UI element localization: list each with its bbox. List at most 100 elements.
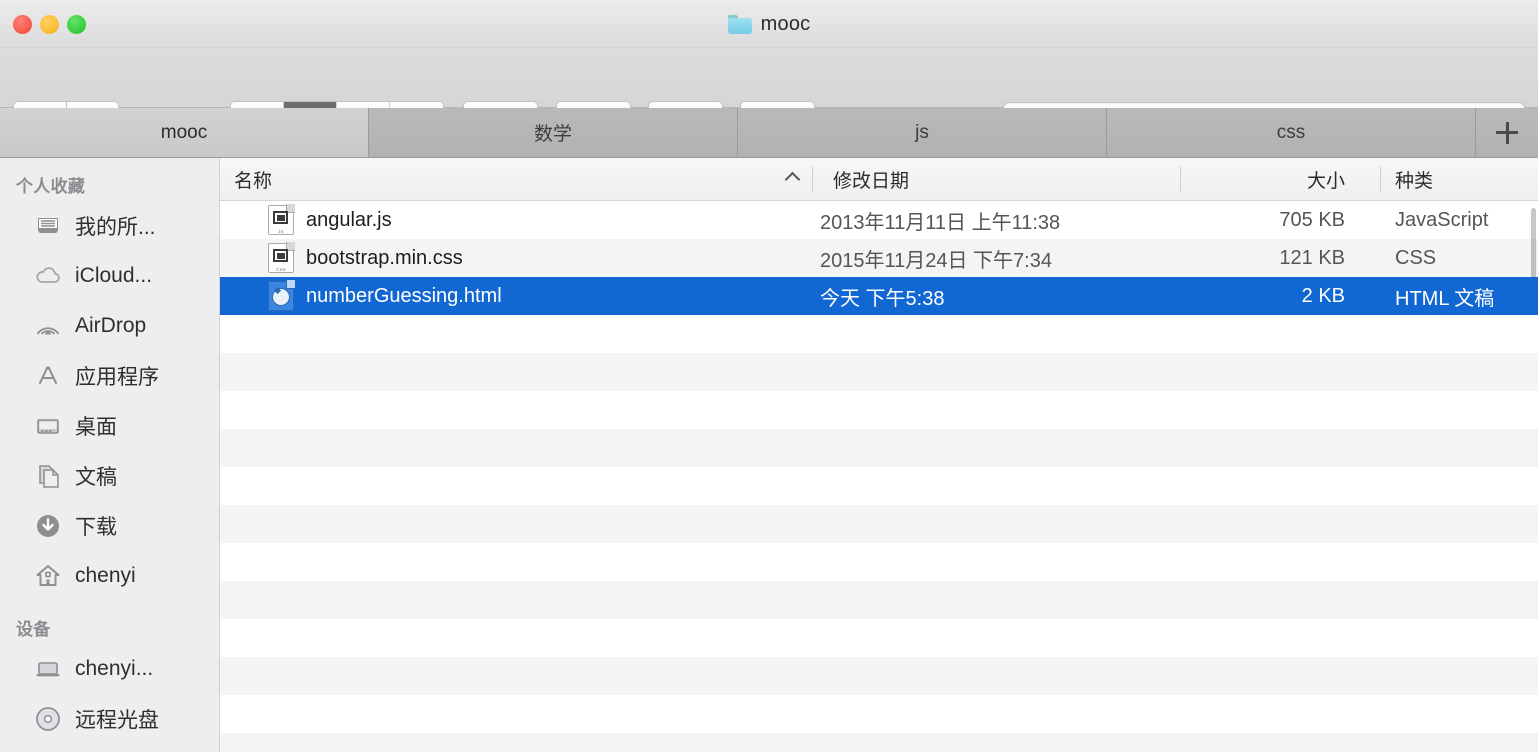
toolbar: 搜索 — [0, 48, 1538, 143]
tab-css[interactable]: css — [1107, 108, 1476, 157]
file-size: 2 KB — [1301, 284, 1345, 307]
table-row[interactable]: numberGuessing.html 今天 下午5:38 2 KB HTML … — [220, 277, 1538, 315]
disc-icon — [34, 705, 62, 733]
file-kind: JavaScript — [1395, 208, 1489, 231]
column-header-label: 修改日期 — [833, 170, 910, 192]
tab-label: 数学 — [533, 124, 572, 145]
file-kind: CSS — [1395, 246, 1437, 269]
tab-mooc[interactable]: mooc — [0, 108, 369, 157]
file-rows: JS angular.js 2013年11月11日 上午11:38 705 KB… — [220, 201, 1538, 752]
column-header-date[interactable]: 修改日期 — [833, 158, 909, 200]
empty-row — [220, 429, 1538, 467]
sidebar-item-label: 我的所... — [75, 216, 156, 239]
title-bar: mooc — [0, 0, 1538, 48]
file-name-cell: numberGuessing.html — [268, 277, 502, 315]
airdrop-icon — [34, 312, 62, 340]
file-list: 名称 修改日期 大小 种类 JS angular.js 2013年11月11日 … — [220, 158, 1538, 752]
empty-row — [220, 391, 1538, 429]
plus-icon — [1496, 121, 1518, 144]
empty-row — [220, 733, 1538, 752]
column-header-name[interactable]: 名称 — [234, 158, 272, 200]
sidebar-item-label: chenyi... — [75, 657, 154, 680]
tab-shuxue[interactable]: 数学 — [369, 108, 738, 157]
sidebar-item-label: 桌面 — [75, 416, 117, 439]
window-title: mooc — [0, 0, 1538, 48]
sidebar-item-documents[interactable]: 文稿 — [0, 451, 219, 501]
home-icon — [34, 562, 62, 590]
sidebar-item-label: chenyi — [75, 564, 136, 587]
sidebar-item-home[interactable]: chenyi — [0, 551, 219, 601]
downloads-icon — [34, 512, 62, 540]
file-extension-label: JS — [278, 229, 284, 234]
tab-label: mooc — [160, 121, 208, 143]
sidebar-section-favorites-heading: 个人收藏 — [16, 177, 86, 196]
file-name-cell: CSS bootstrap.min.css — [268, 239, 463, 277]
sidebar-item-airdrop[interactable]: AirDrop — [0, 301, 219, 351]
column-divider[interactable] — [1380, 167, 1381, 192]
empty-row — [220, 505, 1538, 543]
tab-bar: mooc 数学 js css — [0, 108, 1538, 158]
file-extension-label: CSS — [276, 267, 286, 272]
table-row[interactable]: JS angular.js 2013年11月11日 上午11:38 705 KB… — [220, 201, 1538, 239]
file-size: 705 KB — [1279, 208, 1345, 231]
window-title-text: mooc — [760, 12, 811, 35]
sidebar-item-label: 文稿 — [75, 466, 117, 489]
sidebar-item-label: 应用程序 — [75, 366, 159, 389]
empty-row — [220, 543, 1538, 581]
tab-js[interactable]: js — [738, 108, 1107, 157]
empty-row — [220, 657, 1538, 695]
folder-icon — [727, 14, 752, 34]
column-header-size[interactable]: 大小 — [1080, 158, 1345, 200]
finder-window: mooc mooc 数学 js css 个人收藏 我的所... iCloud..… — [0, 0, 1538, 752]
icloud-icon — [34, 262, 62, 290]
file-date: 2015年11月24日 下午7:34 — [820, 249, 1052, 272]
column-header-label: 种类 — [1395, 170, 1434, 192]
file-date: 2013年11月11日 上午11:38 — [820, 211, 1061, 234]
js-file-icon: JS — [268, 204, 295, 235]
column-header-label: 大小 — [1306, 170, 1345, 192]
file-name: angular.js — [306, 208, 392, 231]
sidebar-item-icloud[interactable]: iCloud... — [0, 251, 219, 301]
documents-icon — [34, 462, 62, 490]
add-tab-button[interactable] — [1476, 108, 1538, 157]
column-header-label: 名称 — [234, 170, 273, 192]
sidebar-item-applications[interactable]: 应用程序 — [0, 351, 219, 401]
empty-row — [220, 353, 1538, 391]
empty-row — [220, 695, 1538, 733]
sidebar: 个人收藏 我的所... iCloud... AirDrop 应用程序 桌面 文稿… — [0, 158, 220, 752]
file-list-header: 名称 修改日期 大小 种类 — [220, 158, 1538, 201]
empty-row — [220, 467, 1538, 505]
empty-row — [220, 619, 1538, 657]
desktop-icon — [34, 412, 62, 440]
empty-row — [220, 581, 1538, 619]
vertical-scrollbar[interactable] — [1531, 208, 1536, 278]
tab-label: css — [1276, 121, 1306, 143]
sidebar-item-label: 下载 — [75, 516, 117, 539]
all-my-files-icon — [34, 212, 62, 240]
sidebar-item-label: 远程光盘 — [75, 709, 159, 732]
sidebar-item-downloads[interactable]: 下载 — [0, 501, 219, 551]
sidebar-item-all-my-files[interactable]: 我的所... — [0, 201, 219, 251]
sort-ascending-icon — [784, 171, 801, 188]
sidebar-item-label: iCloud... — [75, 264, 153, 287]
file-name-cell: JS angular.js — [268, 201, 392, 239]
file-date: 今天 下午5:38 — [820, 287, 945, 310]
file-name: bootstrap.min.css — [306, 246, 463, 269]
file-kind: HTML 文稿 — [1395, 287, 1495, 310]
laptop-icon — [34, 655, 62, 683]
applications-icon — [34, 362, 62, 390]
sidebar-item-remote-disc[interactable]: 远程光盘 — [0, 694, 219, 744]
sidebar-item-label: AirDrop — [75, 314, 147, 337]
column-divider[interactable] — [812, 167, 813, 192]
file-name: numberGuessing.html — [306, 284, 502, 307]
sidebar-item-laptop[interactable]: chenyi... — [0, 644, 219, 694]
empty-row — [220, 315, 1538, 353]
sidebar-item-desktop[interactable]: 桌面 — [0, 401, 219, 451]
file-size: 121 KB — [1279, 246, 1345, 269]
html-file-icon — [268, 280, 295, 311]
sidebar-section-devices-heading: 设备 — [16, 620, 51, 639]
table-row[interactable]: CSS bootstrap.min.css 2015年11月24日 下午7:34… — [220, 239, 1538, 277]
column-header-kind[interactable]: 种类 — [1395, 158, 1433, 200]
tab-label: js — [915, 121, 929, 143]
css-file-icon: CSS — [268, 242, 295, 273]
